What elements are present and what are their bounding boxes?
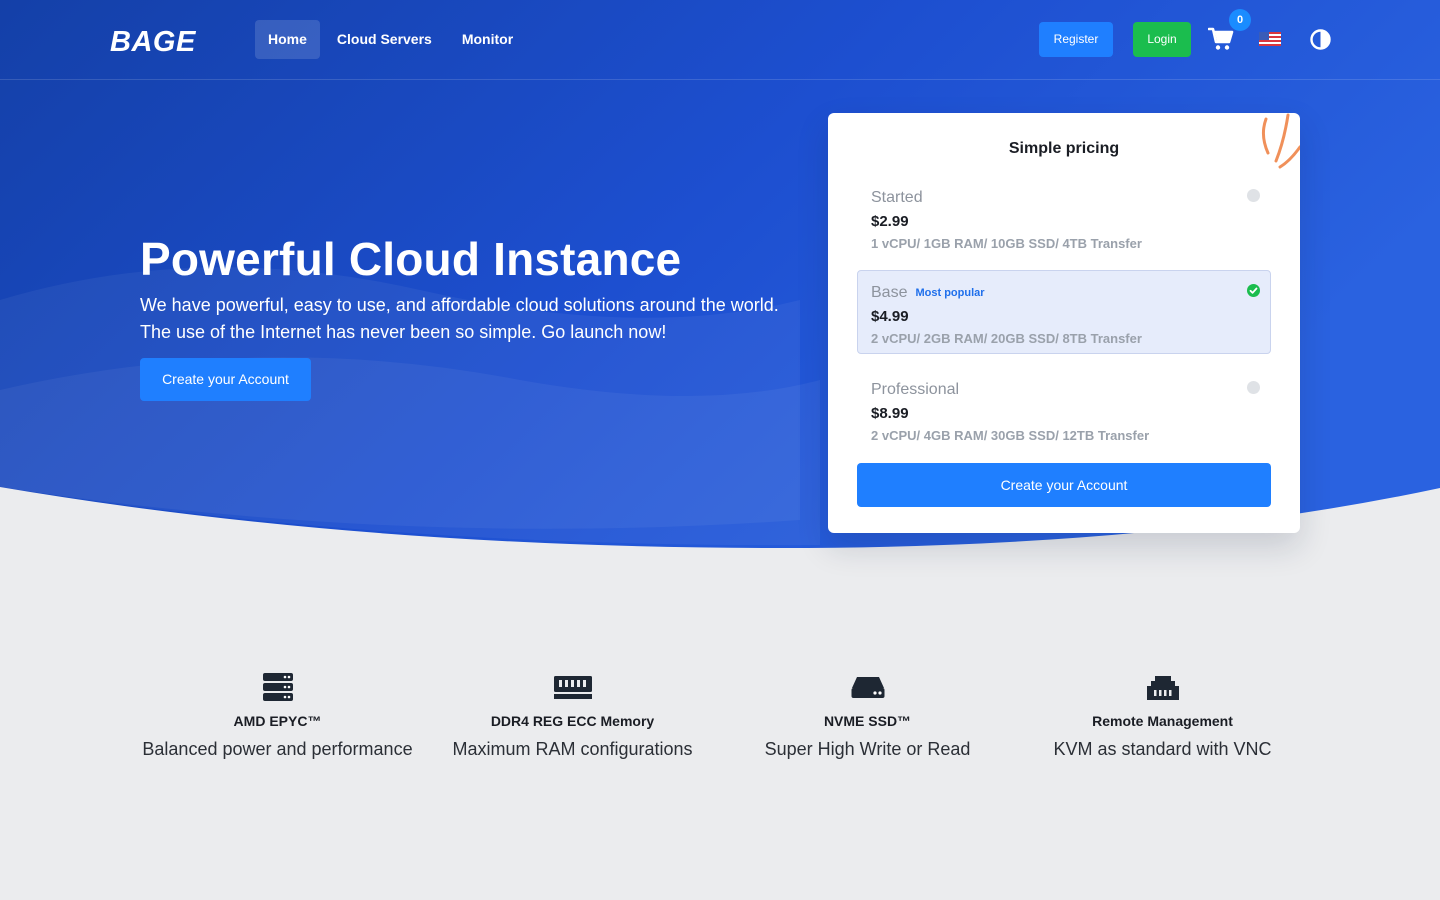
nav-cloud-servers[interactable]: Cloud Servers [324, 20, 445, 59]
plan-radio-selected[interactable] [1247, 284, 1260, 297]
nav-monitor[interactable]: Monitor [449, 20, 526, 59]
feature-title: DDR4 REG ECC Memory [490, 713, 655, 729]
feature-description: Super High Write or Read [764, 739, 971, 759]
plan-name-text: Base [871, 284, 908, 301]
us-flag-icon[interactable] [1259, 32, 1281, 46]
plan-professional[interactable]: Professional $8.99 2 vCPU/ 4GB RAM/ 30GB… [857, 367, 1271, 451]
plan-specs: 1 vCPU/ 1GB RAM/ 10GB SSD/ 4TB Transfer [871, 236, 1142, 251]
plan-started[interactable]: Started $2.99 1 vCPU/ 1GB RAM/ 10GB SSD/… [857, 175, 1271, 259]
feature-nvme-ssd: NVME SSD™ Super High Write or Read [720, 672, 1015, 760]
hero-subtitle: We have powerful, easy to use, and affor… [140, 292, 800, 346]
plan-base[interactable]: Base Most popular $4.99 2 vCPU/ 2GB RAM/ … [857, 270, 1271, 354]
server-icon [262, 673, 293, 701]
feature-title: Remote Management [1092, 713, 1233, 729]
cart-count-badge: 0 [1229, 9, 1251, 31]
login-button[interactable]: Login [1133, 22, 1191, 57]
feature-description: KVM as standard with VNC [1053, 739, 1272, 759]
hero-subtitle-line-2: The use of the Internet has never been s… [140, 322, 667, 342]
plan-price: $8.99 [871, 405, 909, 422]
brand-logo[interactable]: BAGE [110, 24, 212, 56]
feature-title: AMD EPYC™ [233, 713, 322, 729]
pricing-title: Simple pricing [1008, 140, 1120, 157]
plan-price: $2.99 [871, 213, 909, 230]
feature-ddr4-memory: DDR4 REG ECC Memory Maximum RAM configur… [425, 672, 720, 760]
svg-text:BAGE: BAGE [110, 26, 197, 56]
plan-name: Base Most popular [871, 284, 985, 302]
plan-radio-unselected[interactable] [1247, 381, 1260, 394]
hero-create-account-button[interactable]: Create your Account [140, 358, 311, 401]
hero-title: Powerful Cloud Instance [140, 233, 682, 285]
plan-radio-unselected[interactable] [1247, 189, 1260, 202]
ethernet-icon [1146, 676, 1179, 700]
feature-description: Maximum RAM configurations [452, 739, 693, 759]
feature-remote-management: Remote Management KVM as standard with V… [1015, 672, 1310, 760]
main-nav: Home Cloud Servers Monitor [255, 20, 526, 59]
register-button[interactable]: Register [1039, 22, 1113, 57]
most-popular-badge: Most popular [915, 287, 985, 299]
pricing-card: Simple pricing Started $2.99 1 vCPU/ 1GB… [828, 113, 1300, 533]
plan-specs: 2 vCPU/ 2GB RAM/ 20GB SSD/ 8TB Transfer [871, 331, 1142, 346]
hero-subtitle-line-1: We have powerful, easy to use, and affor… [140, 295, 779, 315]
feature-title: NVME SSD™ [823, 713, 912, 729]
plan-specs: 2 vCPU/ 4GB RAM/ 30GB SSD/ 12TB Transfer [871, 428, 1150, 443]
plan-name: Professional [871, 381, 960, 398]
plan-name: Started [871, 189, 923, 206]
memory-icon [553, 676, 592, 699]
hard-drive-icon [851, 677, 884, 698]
check-icon [1249, 287, 1258, 294]
feature-amd-epyc: AMD EPYC™ Balanced power and performance [130, 672, 425, 760]
plan-price: $4.99 [871, 308, 909, 325]
shopping-cart-icon[interactable] [1208, 27, 1234, 51]
contrast-icon[interactable] [1310, 29, 1331, 50]
site-header: BAGE Home Cloud Servers Monitor Register… [0, 0, 1440, 80]
nav-home[interactable]: Home [255, 20, 320, 59]
pricing-create-account-button[interactable]: Create your Account [857, 463, 1271, 507]
feature-description: Balanced power and performance [142, 739, 413, 759]
